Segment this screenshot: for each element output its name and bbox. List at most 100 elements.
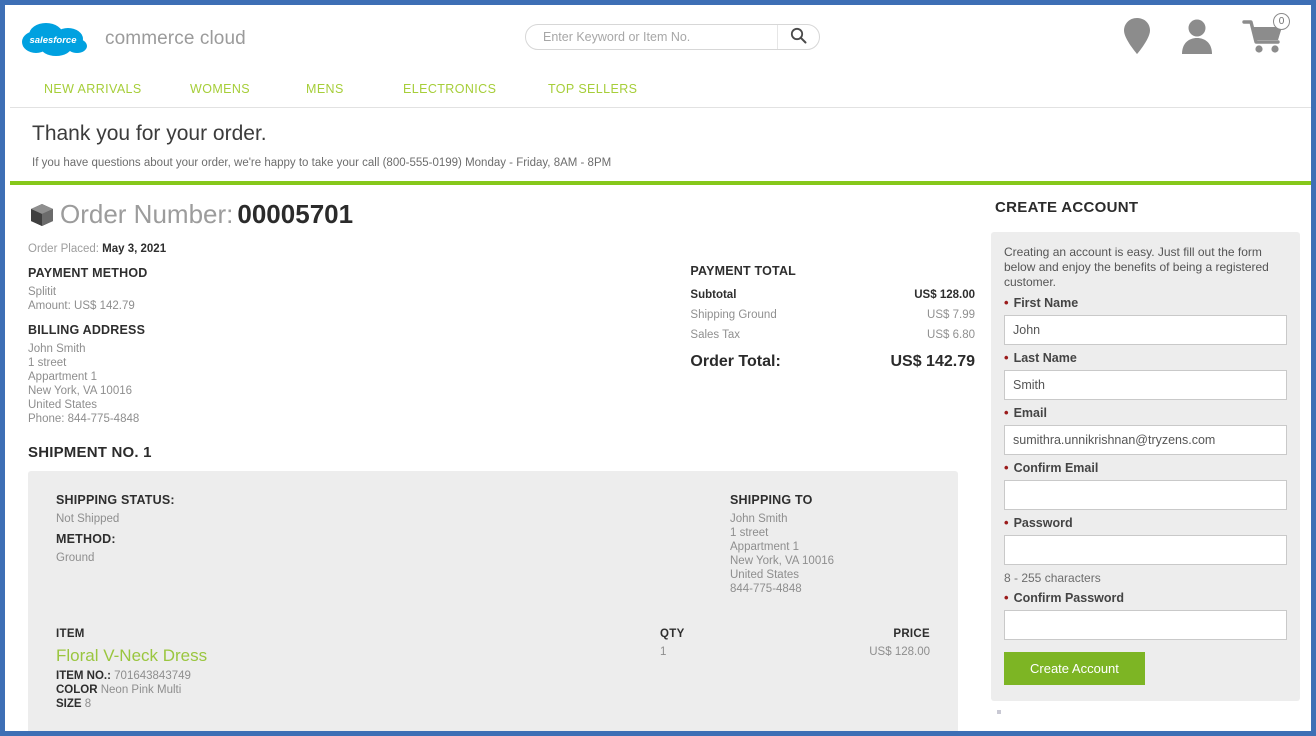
shipping-to-heading: SHIPPING TO [730, 493, 813, 507]
shopping-cart-icon[interactable]: 0 [1242, 13, 1290, 61]
site-header: salesforce commerce cloud Enter Keyword … [10, 10, 1311, 70]
confirm-email-label: • Confirm Email [1004, 461, 1287, 475]
first-name-label: • First Name [1004, 296, 1287, 310]
confirm-email-label-text: Confirm Email [1013, 461, 1099, 475]
nav-item-mens[interactable]: MENS [306, 82, 403, 96]
required-dot-icon: • [1004, 350, 1009, 365]
total-row-label: Subtotal [690, 289, 737, 301]
search-input[interactable] [526, 30, 777, 44]
shipping-to-line: Appartment 1 [730, 541, 800, 553]
create-account-column: CREATE ACCOUNT Creating an account is ea… [975, 185, 1311, 731]
nav-item-top-sellers[interactable]: TOP SELLERS [548, 82, 637, 96]
nav-item-new-arrivals[interactable]: NEW ARRIVALS [44, 82, 190, 96]
nav-item-electronics[interactable]: ELECTRONICS [403, 82, 548, 96]
payment-and-billing: Order Placed: May 3, 2021 PAYMENT METHOD… [28, 243, 690, 426]
order-total-value: US$ 142.79 [890, 353, 975, 370]
total-row-label: Sales Tax [690, 329, 741, 341]
line-item-qty-value: 1 [660, 646, 667, 658]
brand-name: commerce cloud [105, 28, 246, 49]
shipping-to-line: United States [730, 569, 800, 581]
payment-total-heading: PAYMENT TOTAL [690, 264, 797, 278]
payment-method-amount: Amount: US$ 142.79 [28, 300, 135, 312]
order-details-column: Order Number: 00005701 Order Placed: May… [10, 185, 975, 731]
line-item-color-label: COLOR [56, 684, 98, 696]
billing-address-line: New York, VA 10016 [28, 385, 132, 397]
email-field[interactable] [1004, 425, 1287, 455]
last-name-label: • Last Name [1004, 351, 1287, 365]
required-dot-icon: • [1004, 295, 1009, 310]
payment-total-block: PAYMENT TOTAL Subtotal US$ 128.00 Shippi… [690, 243, 975, 426]
shipping-status-label: SHIPPING STATUS: [56, 493, 175, 507]
order-placed-label: Order Placed: [28, 243, 99, 255]
order-number-value: 00005701 [237, 199, 354, 229]
required-dot-icon: • [1004, 590, 1009, 605]
user-account-icon[interactable] [1180, 16, 1214, 61]
first-name-field[interactable] [1004, 315, 1287, 345]
shipping-to-line: 844-775-4848 [730, 583, 802, 595]
order-placed-line: Order Placed: May 3, 2021 [28, 243, 690, 255]
shipping-method-label: METHOD: [56, 532, 116, 546]
order-number-heading: Order Number: 00005701 [28, 199, 975, 230]
line-items-table: ITEM Floral V-Neck Dress ITEM NO.: 70164… [56, 628, 930, 711]
line-item-size-label: SIZE [56, 698, 82, 710]
thank-you-title: Thank you for your order. [32, 122, 267, 145]
search-icon [790, 27, 807, 47]
payment-method-heading: PAYMENT METHOD [28, 266, 148, 280]
first-name-label-text: First Name [1013, 296, 1079, 310]
order-total-label: Order Total: [690, 353, 781, 370]
line-item-name[interactable]: Floral V-Neck Dress [56, 646, 660, 666]
brand-logo[interactable]: salesforce commerce cloud [20, 20, 246, 58]
column-header-price: PRICE [893, 628, 930, 640]
billing-address-line: 1 street [28, 357, 67, 369]
cart-count-badge: 0 [1273, 13, 1290, 30]
email-label-text: Email [1013, 406, 1047, 420]
required-dot-icon: • [1004, 405, 1009, 420]
password-label: • Password [1004, 516, 1287, 530]
confirm-password-label: • Confirm Password [1004, 591, 1287, 605]
required-dot-icon: • [1004, 460, 1009, 475]
browser-window-frame: salesforce commerce cloud Enter Keyword … [0, 0, 1316, 736]
total-row-shipping: Shipping Ground US$ 7.99 [690, 305, 975, 325]
shipping-status-value: Not Shipped [56, 513, 120, 525]
last-name-field[interactable] [1004, 370, 1287, 400]
line-item-cell-item: ITEM Floral V-Neck Dress ITEM NO.: 70164… [56, 628, 660, 711]
create-account-title: CREATE ACCOUNT [995, 199, 1139, 216]
password-field[interactable] [1004, 535, 1287, 565]
column-header-item: ITEM [56, 628, 85, 640]
create-account-button[interactable]: Create Account [1004, 652, 1145, 685]
page-content: Order Number: 00005701 Order Placed: May… [10, 185, 1311, 731]
salesforce-cloud-logo-icon: salesforce [20, 20, 96, 58]
line-item-number-value: 701643843749 [114, 670, 191, 682]
billing-address-line: Appartment 1 [28, 371, 98, 383]
password-hint: 8 - 255 characters [1004, 571, 1101, 585]
total-row-order-total: Order Total: US$ 142.79 [690, 345, 975, 375]
shipping-to-block: SHIPPING TO John Smith 1 street Appartme… [730, 493, 930, 596]
search-button[interactable] [777, 25, 819, 49]
page-root: salesforce commerce cloud Enter Keyword … [10, 10, 1311, 731]
location-pin-icon[interactable] [1122, 16, 1152, 61]
line-item-size-value: 8 [84, 698, 92, 710]
header-icon-group: 0 [1122, 13, 1290, 61]
required-dot-icon: • [1004, 515, 1009, 530]
line-item-size: SIZE 8 [56, 697, 660, 711]
line-item-color-value: Neon Pink Multi [100, 684, 182, 696]
confirm-password-field[interactable] [1004, 610, 1287, 640]
order-number-label: Order Number: [60, 199, 234, 229]
total-row-subtotal: Subtotal US$ 128.00 [690, 285, 975, 305]
shipment-title: SHIPMENT NO. 1 [28, 444, 152, 461]
total-row-value: US$ 6.80 [927, 329, 975, 341]
billing-address-line: Phone: 844-775-4848 [28, 413, 140, 425]
nav-item-womens[interactable]: WOMENS [190, 82, 306, 96]
package-box-icon [28, 201, 56, 229]
confirm-email-field[interactable] [1004, 480, 1287, 510]
order-placed-date: May 3, 2021 [102, 243, 167, 255]
line-item-cell-qty: QTY 1 [660, 628, 780, 658]
line-item-color: COLOR Neon Pink Multi [56, 683, 660, 697]
svg-text:salesforce: salesforce [29, 35, 77, 46]
shipping-to-line: 1 street [730, 527, 769, 539]
search-bar[interactable] [525, 24, 820, 50]
password-label-text: Password [1013, 516, 1073, 530]
shipment-panel: SHIPPING STATUS: Not Shipped METHOD: Gro… [28, 471, 958, 731]
create-account-form: Creating an account is easy. Just fill o… [991, 232, 1300, 701]
create-account-intro: Creating an account is easy. Just fill o… [1004, 245, 1269, 289]
